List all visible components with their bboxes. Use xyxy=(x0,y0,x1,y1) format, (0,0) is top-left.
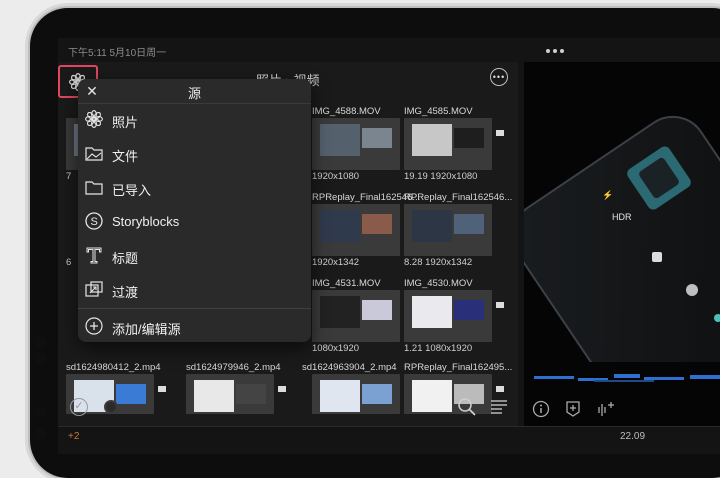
media-thumbnail xyxy=(404,118,492,170)
source-item-storyblocks[interactable]: S Storyblocks xyxy=(78,205,311,239)
media-thumbnail xyxy=(312,290,400,342)
timeline-time: 22.09 xyxy=(620,431,646,442)
media-item-meta: 1.21 1080x1920 xyxy=(404,343,473,354)
source-item-titles[interactable]: 标题 xyxy=(78,239,311,273)
preview-viewer[interactable]: ⚡ HDR xyxy=(524,62,720,426)
add-icon xyxy=(85,317,103,335)
media-item-meta: 6 xyxy=(66,257,72,268)
source-item-add-edit[interactable]: 添加/编辑源 xyxy=(78,310,311,342)
photos-icon xyxy=(85,110,103,128)
multitasking-handle[interactable] xyxy=(546,49,564,53)
audio-indicator xyxy=(494,124,508,164)
files-icon xyxy=(85,147,103,161)
source-item-label: 过渡 xyxy=(112,285,139,300)
title-icon xyxy=(86,247,102,264)
media-item-meta: 8.28 1920x1342 xyxy=(404,257,473,268)
audio-indicator xyxy=(494,296,508,336)
media-item-meta: 1080x1920 xyxy=(312,343,360,354)
media-item[interactable]: IMG_4585.MOV 19.19 1920x1080 xyxy=(404,106,514,186)
search-icon[interactable] xyxy=(456,396,478,418)
source-popover: ✕ 源 照片 文件 已导入 S Storyblocks 标题 过渡 添加/编辑源 xyxy=(78,79,311,342)
media-item-meta: 19.19 1920x1080 xyxy=(404,171,478,182)
preview-image: ⚡ HDR xyxy=(524,62,720,426)
audio-waveform xyxy=(534,366,720,384)
media-item-title: sd1624963904_2.mp4 xyxy=(302,362,397,373)
popover-header: ✕ 源 xyxy=(78,79,311,104)
media-item-meta: 1920x1342 xyxy=(312,257,360,268)
source-item-label: 照片 xyxy=(112,115,139,130)
source-item-files[interactable]: 文件 xyxy=(78,137,311,171)
voiceover-icon[interactable] xyxy=(596,399,618,419)
browser-footer: ✓ xyxy=(58,392,518,426)
device-side-button xyxy=(35,352,47,364)
storyblocks-icon: S xyxy=(85,212,103,230)
media-item-title: RPReplay_Final162495... xyxy=(404,362,513,373)
divider xyxy=(78,308,311,309)
media-item-meta: 1920x1080 xyxy=(312,171,360,182)
media-item-title: IMG_4588.MOV xyxy=(312,106,381,117)
source-item-label: 标题 xyxy=(112,251,139,266)
media-item-title: sd1624979946_2.mp4 xyxy=(186,362,281,373)
folder-icon xyxy=(85,181,103,195)
source-item-imported[interactable]: 已导入 xyxy=(78,171,311,205)
add-clip-icon[interactable] xyxy=(564,400,582,418)
svg-text:S: S xyxy=(91,216,98,228)
media-item-title: IMG_4585.MOV xyxy=(404,106,473,117)
source-item-label: Storyblocks xyxy=(112,214,180,229)
info-icon[interactable] xyxy=(532,400,550,418)
timeline-count: +2 xyxy=(68,431,80,442)
media-thumbnail xyxy=(404,290,492,342)
media-item-meta: 7 xyxy=(66,171,72,182)
media-thumbnail xyxy=(312,118,400,170)
sort-list-icon[interactable] xyxy=(488,396,510,418)
timeline[interactable]: +2 22.09 xyxy=(58,426,720,454)
source-item-label: 已导入 xyxy=(112,183,152,198)
source-item-transitions[interactable]: 过渡 xyxy=(78,273,311,307)
device-side-button xyxy=(35,428,47,440)
media-item[interactable]: IMG_4530.MOV 1.21 1080x1920 xyxy=(404,278,514,358)
svg-text:⚡: ⚡ xyxy=(602,189,613,201)
media-item-title: RPReplay_Final162546... xyxy=(404,192,513,203)
status-time: 下午5:11 5月10日周一 xyxy=(68,48,167,59)
more-button[interactable]: ••• xyxy=(490,68,508,86)
media-thumbnail xyxy=(404,204,492,256)
transition-icon xyxy=(85,281,103,297)
source-item-label: 文件 xyxy=(112,149,139,164)
media-item-title: IMG_4531.MOV xyxy=(312,278,381,289)
media-item[interactable]: RPReplay_Final162546... 8.28 1920x1342 xyxy=(404,192,514,272)
device-side-button xyxy=(35,336,47,348)
record-button[interactable] xyxy=(104,400,118,414)
media-thumbnail xyxy=(312,204,400,256)
media-item-title: IMG_4530.MOV xyxy=(404,278,473,289)
source-item-photos[interactable]: 照片 xyxy=(78,103,311,137)
status-bar: 下午5:11 5月10日周一 xyxy=(58,38,720,62)
select-check-icon[interactable]: ✓ xyxy=(70,398,88,416)
popover-title: 源 xyxy=(187,86,201,101)
source-item-label: 添加/编辑源 xyxy=(112,322,181,337)
svg-text:HDR: HDR xyxy=(612,212,632,222)
device-side-button xyxy=(35,406,47,418)
media-item-title: sd1624980412_2.mp4 xyxy=(66,362,161,373)
viewer-toolbar xyxy=(524,392,720,426)
